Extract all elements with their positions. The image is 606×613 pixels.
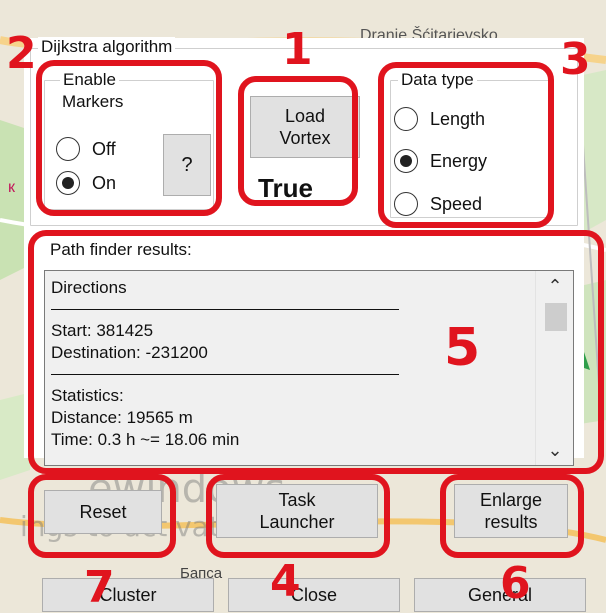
markers-title-line1: Enable — [63, 70, 116, 89]
reset-button[interactable]: Reset — [44, 490, 162, 534]
data-type-speed-option[interactable]: Speed — [394, 192, 482, 216]
results-textbox[interactable]: Directions Start: 381425 Destination: -2… — [44, 270, 574, 466]
task-launcher-line1: Task — [278, 490, 316, 510]
task-launcher-button[interactable]: Task Launcher — [216, 484, 378, 538]
results-separator — [51, 309, 399, 310]
scroll-thumb[interactable] — [545, 303, 567, 331]
annotation-number-1: 1 — [282, 24, 313, 75]
data-type-length-radio[interactable] — [394, 107, 418, 131]
scroll-down-icon[interactable]: ⌄ — [536, 435, 574, 465]
cluster-button[interactable]: Cluster — [42, 578, 214, 612]
load-vortex-line2: Vortex — [279, 128, 331, 148]
annotation-number-4: 4 — [270, 556, 301, 607]
results-stats-header: Statistics: — [51, 386, 124, 405]
dijkstra-title: Dijkstra algorithm — [38, 37, 176, 57]
markers-title-line2: Markers — [62, 92, 124, 111]
markers-off-radio[interactable] — [56, 137, 80, 161]
results-scrollbar[interactable]: ⌃ ⌄ — [535, 271, 573, 465]
data-type-energy-label: Energy — [430, 150, 488, 171]
data-type-speed-radio[interactable] — [394, 192, 418, 216]
data-type-length-label: Length — [430, 108, 486, 129]
markers-help-button[interactable]: ? — [163, 134, 211, 196]
markers-on-option[interactable]: On — [56, 171, 116, 195]
data-type-title: Data type — [398, 70, 477, 90]
results-distance: Distance: 19565 m — [51, 408, 193, 427]
results-header: Directions — [51, 278, 127, 297]
radio-selected-dot — [62, 177, 74, 189]
markers-title: Enable — [60, 70, 119, 90]
dijkstra-panel: Dijkstra algorithm Enable Markers Off On… — [0, 0, 606, 613]
close-button[interactable]: Close — [228, 578, 400, 612]
markers-on-radio[interactable] — [56, 171, 80, 195]
load-vortex-button[interactable]: Load Vortex — [250, 96, 360, 158]
annotation-number-2: 2 — [6, 28, 37, 79]
markers-on-label: On — [92, 172, 117, 193]
annotation-number-7: 7 — [84, 562, 115, 613]
task-launcher-line2: Launcher — [259, 512, 335, 532]
load-vortex-line1: Load — [284, 106, 326, 126]
data-type-speed-label: Speed — [430, 193, 483, 214]
results-time: Time: 0.3 h ~= 18.06 min — [51, 430, 240, 449]
scroll-up-icon[interactable]: ⌃ — [536, 271, 574, 301]
enlarge-results-button[interactable]: Enlarge results — [454, 484, 568, 538]
vortex-status: True — [258, 173, 313, 203]
markers-off-option[interactable]: Off — [56, 137, 116, 161]
results-title: Path finder results: — [50, 240, 192, 259]
enlarge-results-line2: results — [484, 512, 538, 532]
results-separator — [51, 374, 399, 375]
annotation-number-3: 3 — [560, 34, 591, 85]
annotation-number-5: 5 — [444, 318, 481, 378]
data-type-energy-radio[interactable] — [394, 149, 418, 173]
enlarge-results-line1: Enlarge — [479, 490, 543, 510]
annotation-number-6: 6 — [500, 558, 531, 609]
data-type-length-option[interactable]: Length — [394, 107, 485, 131]
markers-off-label: Off — [92, 138, 116, 159]
radio-selected-dot — [400, 155, 412, 167]
data-type-energy-option[interactable]: Energy — [394, 149, 487, 173]
